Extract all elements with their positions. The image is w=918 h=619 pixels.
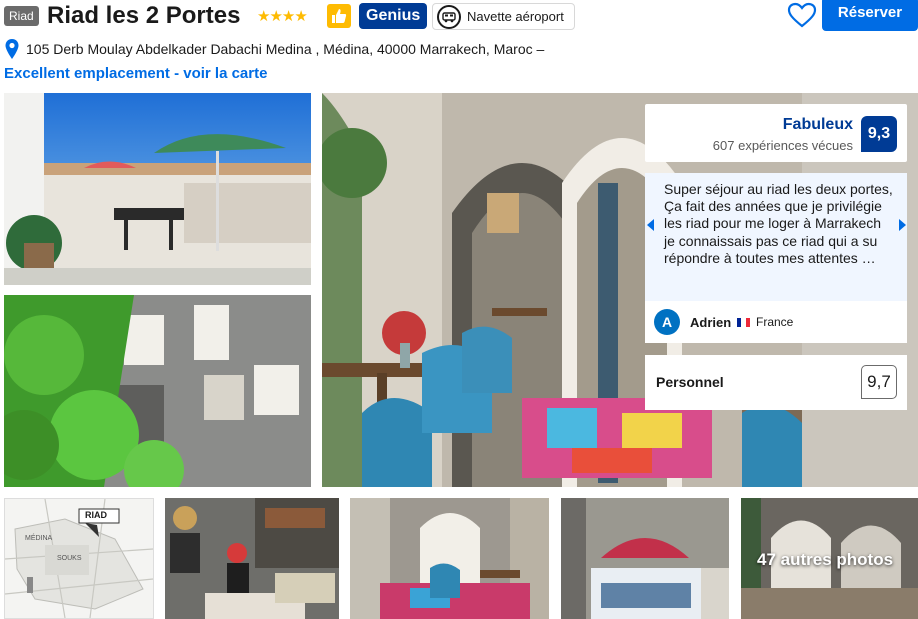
guest-review-card[interactable]: Super séjour au riad les deux portes, Ça… [645,173,907,301]
category-score-card: Personnel 9,7 [645,355,907,410]
hotel-name: Riad les 2 Portes [47,2,241,29]
map-label-medina: MÉDINA [25,535,53,542]
photo-thumbnail-2[interactable] [165,498,339,619]
reserve-button[interactable]: Réserver [822,0,918,31]
category-label: Personnel [656,374,724,390]
review-author: A Adrien France [645,301,907,343]
map-label-riad: RIAD [85,510,107,520]
review-text: Super séjour au riad les deux portes, Ça… [664,181,893,266]
chevron-left-icon[interactable] [647,219,654,231]
map-pin-icon [5,39,19,59]
address-row: 105 Derb Moulay Abdelkader Dabachi Medin… [4,38,544,60]
map-thumbnail[interactable]: RIAD SOUKS MÉDINA [4,498,154,619]
photo-terrace[interactable] [4,93,311,285]
map-label-souks: SOUKS [57,555,82,562]
category-score: 9,7 [861,365,897,399]
more-photos-link[interactable]: 47 autres photos [757,550,893,570]
heart-icon[interactable] [787,2,817,28]
thumbs-up-icon[interactable] [327,4,351,28]
shuttle-icon [437,4,461,29]
author-name: Adrien [690,315,732,330]
address-text: 105 Derb Moulay Abdelkader Dabachi Medin… [26,41,545,57]
property-type-badge: Riad [4,6,39,26]
photo-courtyard[interactable] [4,295,311,487]
genius-badge[interactable]: Genius [359,3,428,29]
review-count: 607 expériences vécues [712,138,853,153]
photo-thumbnail-3[interactable] [350,498,549,619]
avatar: A [654,309,680,335]
author-country: France [756,315,794,329]
star-rating: ★★★★ [257,8,308,25]
score-badge: 9,3 [861,116,897,152]
review-score-card[interactable]: Fabuleux 607 expériences vécues 9,3 [645,104,907,162]
airport-shuttle-badge[interactable]: Navette aéroport [432,3,575,30]
france-flag-icon [737,318,750,327]
shuttle-label: Navette aéroport [467,9,564,24]
chevron-right-icon[interactable] [899,219,906,231]
location-map-link[interactable]: Excellent emplacement - voir la carte [4,65,267,82]
photo-thumbnail-4[interactable] [561,498,729,619]
score-word: Fabuleux [782,116,853,133]
